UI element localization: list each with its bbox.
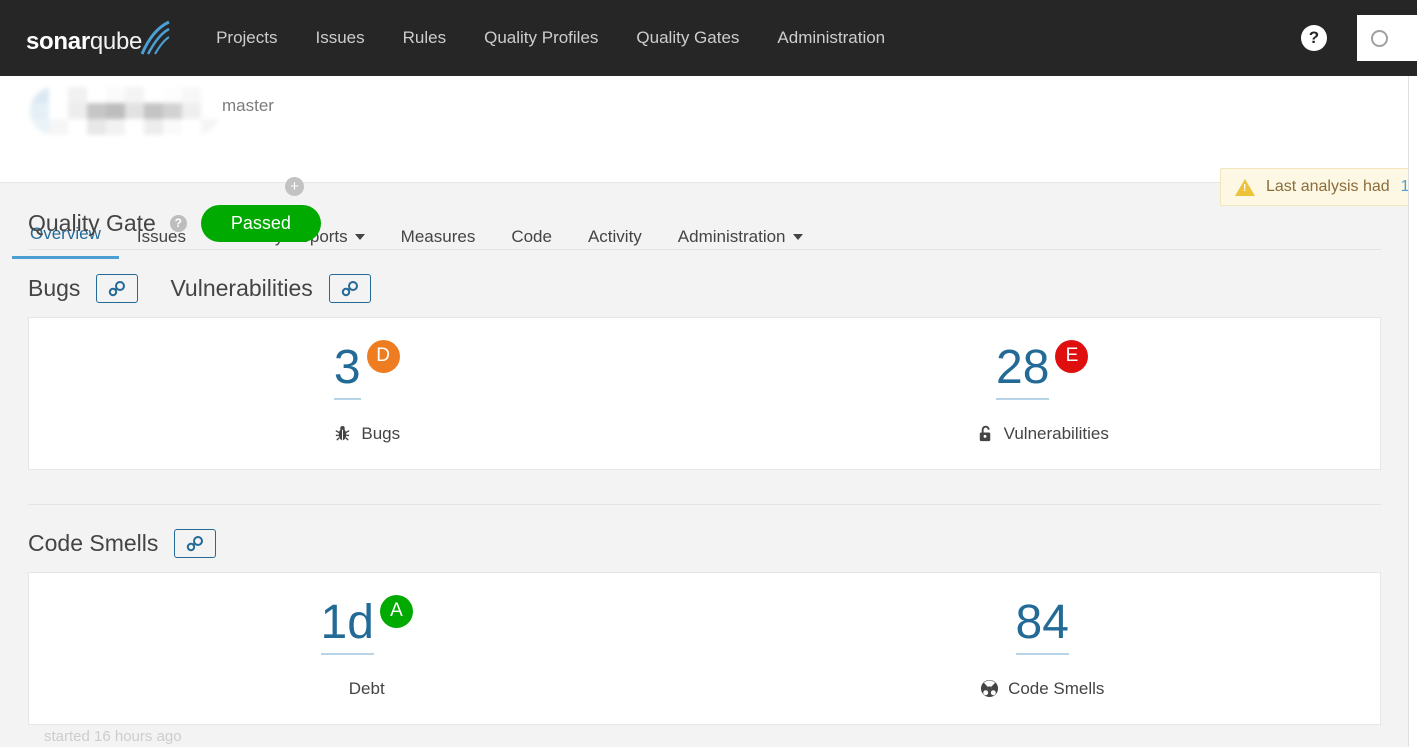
sonarqube-logo[interactable]: sonarqube	[26, 18, 170, 58]
bugs-vulnerabilities-card: 3 D Bugs 28 E Vulnerabilities	[28, 317, 1381, 470]
nav-administration[interactable]: Administration	[758, 28, 904, 48]
debt-label-row: Debt	[349, 679, 385, 699]
nav-projects[interactable]: Projects	[197, 28, 296, 48]
global-navbar: sonarqube Projects Issues Rules Quality …	[0, 0, 1417, 76]
debt-rating-badge[interactable]: A	[379, 594, 413, 628]
code-smells-value-wrap: 84	[1015, 598, 1069, 655]
vulnerabilities-rating-badge[interactable]: E	[1055, 339, 1089, 373]
debt-value-wrap: 1d A	[320, 594, 413, 655]
code-smells-card: 1d A Debt 84 Code Smells	[28, 572, 1381, 725]
global-nav-items: Projects Issues Rules Quality Profiles Q…	[197, 28, 904, 48]
logo-text: sonarqube	[26, 30, 142, 58]
bug-icon	[335, 425, 350, 441]
project-name-redacted	[30, 87, 220, 135]
quality-gate-row: Quality Gate ? Passed	[28, 183, 1381, 249]
bugs-heading-label: Bugs	[28, 275, 81, 301]
code-smells-value[interactable]: 84	[1015, 598, 1069, 655]
debt-metric: 1d A Debt	[29, 594, 705, 699]
quality-gate-help-icon[interactable]: ?	[169, 214, 187, 232]
nav-issues[interactable]: Issues	[296, 28, 383, 48]
code-smells-link-icon[interactable]	[174, 529, 217, 558]
bugs-link-icon[interactable]	[96, 274, 139, 303]
page-scrollbar[interactable]	[1408, 76, 1417, 747]
search-input[interactable]	[1357, 15, 1417, 61]
code-smells-heading: Code Smells	[28, 505, 1381, 572]
debt-value[interactable]: 1d	[320, 598, 374, 655]
bugs-metric: 3 D Bugs	[29, 339, 705, 444]
analysis-started-text: started 16 hours ago	[44, 728, 182, 745]
logo-bold: sonar	[26, 28, 90, 55]
vulnerabilities-label[interactable]: Vulnerabilities	[1004, 424, 1109, 444]
project-header: master + Last analysis had 1 Overview Is…	[0, 76, 1417, 259]
code-smells-heading-label: Code Smells	[28, 530, 159, 556]
bugs-value-wrap: 3 D	[333, 339, 400, 400]
bugs-value[interactable]: 3	[333, 343, 361, 400]
code-smells-label[interactable]: Code Smells	[1008, 679, 1104, 699]
code-smell-icon	[981, 679, 999, 698]
project-title-row: master	[0, 76, 1417, 142]
bugs-rating-badge[interactable]: D	[366, 339, 400, 373]
vulnerabilities-link-icon[interactable]	[328, 274, 371, 303]
logo-light: qube	[89, 28, 143, 55]
vulnerabilities-value[interactable]: 28	[996, 343, 1050, 400]
logo-wave-icon	[140, 20, 170, 55]
bugs-label-row: Bugs	[333, 424, 400, 444]
help-icon[interactable]: ?	[1301, 25, 1327, 51]
quality-gate-status-badge[interactable]: Passed	[200, 204, 321, 242]
branch-name[interactable]: master	[222, 96, 274, 116]
open-lock-icon	[979, 425, 990, 442]
search-icon	[1371, 29, 1388, 47]
link-icon	[187, 535, 204, 551]
vulnerabilities-value-wrap: 28 E	[996, 339, 1089, 400]
link-icon	[341, 280, 358, 296]
bugs-label[interactable]: Bugs	[361, 424, 400, 444]
debt-label[interactable]: Debt	[349, 679, 385, 699]
vulnerabilities-label-row: Vulnerabilities	[976, 424, 1109, 444]
overview-content: Quality Gate ? Passed Bugs Vulnerabiliti…	[0, 183, 1409, 725]
link-icon	[109, 280, 126, 296]
nav-quality-gates[interactable]: Quality Gates	[617, 28, 758, 48]
vulnerabilities-heading-label: Vulnerabilities	[170, 275, 313, 301]
navbar-right-group: ?	[1301, 15, 1417, 61]
code-smells-label-row: Code Smells	[980, 679, 1104, 699]
quality-gate-title: Quality Gate	[28, 209, 156, 236]
bugs-vulnerabilities-heading: Bugs Vulnerabilities	[28, 250, 1381, 317]
vulnerabilities-metric: 28 E Vulnerabilities	[705, 339, 1381, 444]
nav-quality-profiles[interactable]: Quality Profiles	[465, 28, 617, 48]
code-smells-metric: 84 Code Smells	[705, 598, 1381, 699]
nav-rules[interactable]: Rules	[384, 28, 465, 48]
